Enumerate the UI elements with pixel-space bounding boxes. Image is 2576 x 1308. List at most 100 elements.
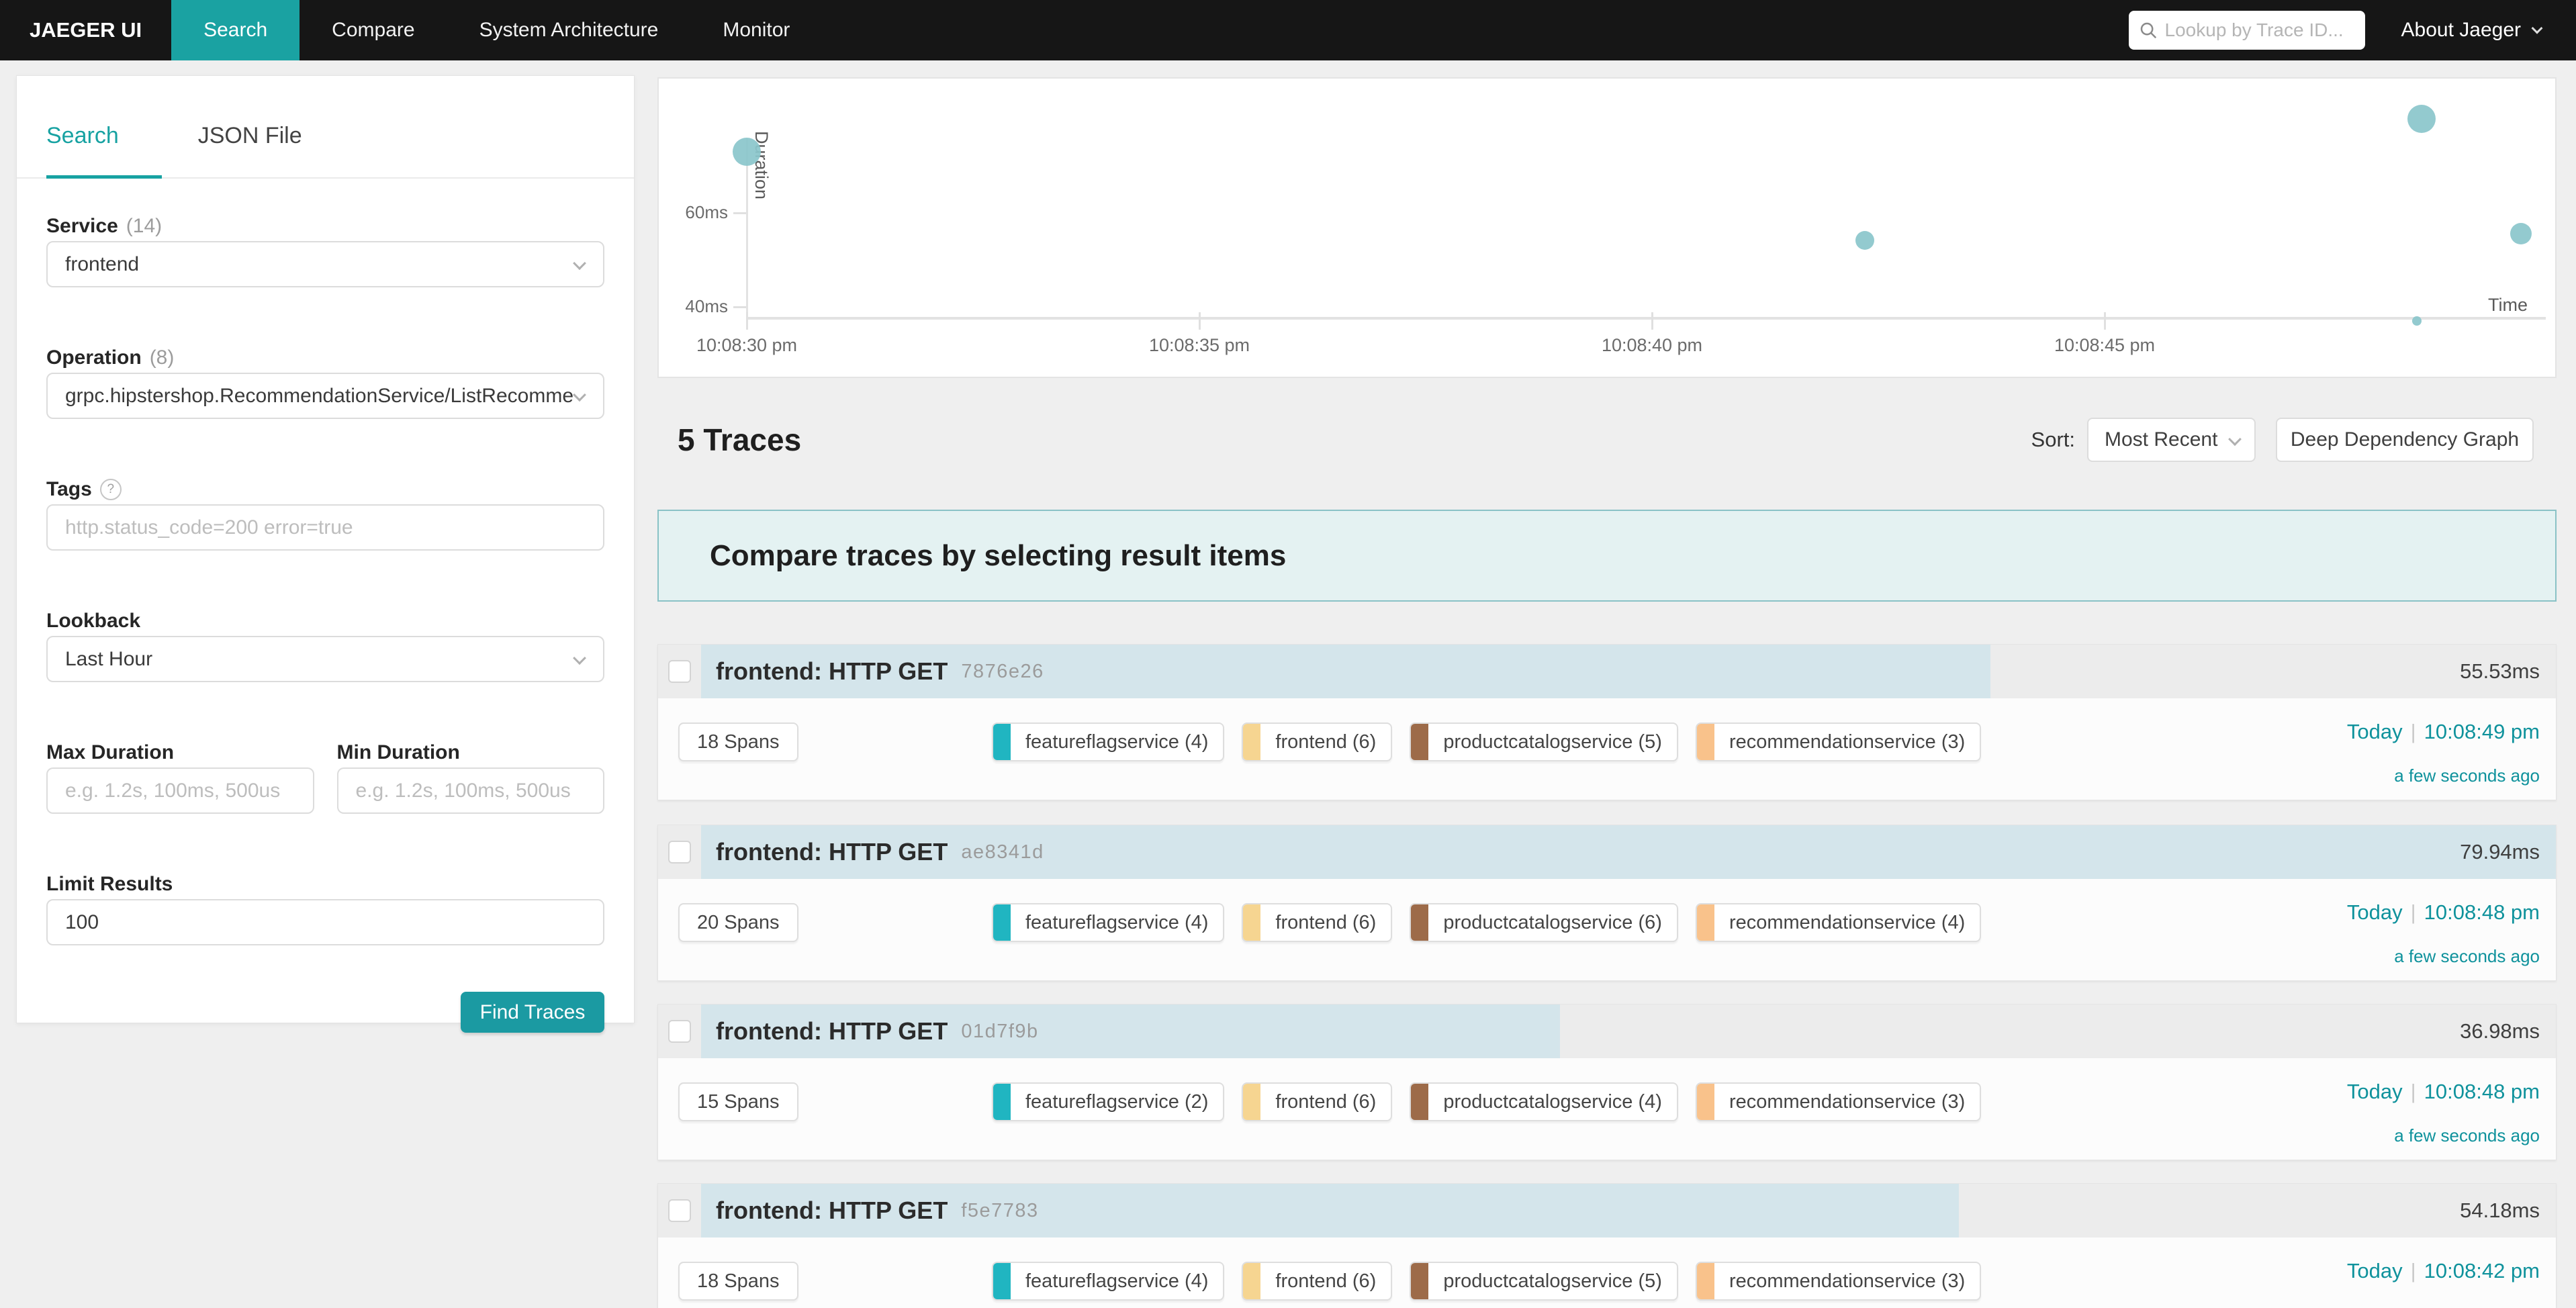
trace-card-body: 15 Spans featureflagservice (2) frontend (… <box>658 1058 2556 1160</box>
trace-card-header[interactable]: frontend: HTTP GETf5e778354.18ms <box>658 1184 2556 1237</box>
max-duration-label: Max Duration <box>46 741 314 765</box>
service-color-swatch <box>1243 1263 1260 1299</box>
service-color-swatch <box>993 1084 1011 1120</box>
service-color-swatch <box>1697 1263 1714 1299</box>
service-chip-productcatalogservice[interactable]: productcatalogservice (5) <box>1410 1262 1678 1301</box>
trace-date[interactable]: Today <box>2347 720 2403 743</box>
service-chip-recommendationservice[interactable]: recommendationservice (3) <box>1696 1082 1981 1121</box>
trace-checkbox-cell <box>658 825 701 879</box>
x-axis-tickmark <box>1199 312 1201 330</box>
trace-title-row[interactable]: frontend: HTTP GETf5e778354.18ms <box>701 1184 2556 1237</box>
find-traces-button[interactable]: Find Traces <box>461 992 604 1033</box>
trace-timestamp: Today|10:08:49 pm <box>2347 720 2540 744</box>
service-chip-label: featureflagservice (4) <box>1011 724 1223 760</box>
tags-input[interactable] <box>46 504 604 551</box>
trace-compare-checkbox[interactable] <box>668 1199 691 1222</box>
about-jaeger-menu[interactable]: About Jaeger <box>2401 19 2541 42</box>
trace-compare-checkbox[interactable] <box>668 1020 691 1043</box>
service-chip-featureflagservice[interactable]: featureflagservice (2) <box>992 1082 1224 1121</box>
service-chip-recommendationservice[interactable]: recommendationservice (3) <box>1696 722 1981 761</box>
service-chip-productcatalogservice[interactable]: productcatalogservice (6) <box>1410 903 1678 942</box>
app-root: JAEGER UI SearchCompareSystem Architectu… <box>0 0 2576 1308</box>
operation-select[interactable]: grpc.hipstershop.RecommendationService/L… <box>46 373 604 419</box>
timestamp-separator: | <box>2403 1080 2424 1103</box>
nav-item-system-architecture[interactable]: System Architecture <box>447 0 691 60</box>
trace-lookup-input[interactable] <box>2165 19 2356 41</box>
service-chip-label: frontend (6) <box>1260 904 1391 941</box>
service-chip-frontend[interactable]: frontend (6) <box>1242 903 1392 942</box>
help-question-icon[interactable]: ? <box>100 479 122 500</box>
trace-card-body: 18 Spans featureflagservice (4) frontend (… <box>658 698 2556 800</box>
trace-card: frontend: HTTP GETf5e778354.18ms18 Spans… <box>657 1183 2557 1308</box>
tab-json-file[interactable]: JSON File <box>198 123 302 149</box>
deep-dependency-graph-button[interactable]: Deep Dependency Graph <box>2276 418 2534 462</box>
trace-compare-checkbox[interactable] <box>668 660 691 683</box>
trace-time[interactable]: 10:08:48 pm <box>2424 900 2540 924</box>
timestamp-separator: | <box>2403 720 2424 743</box>
find-traces-row: Find Traces <box>46 992 604 1033</box>
service-chip-productcatalogservice[interactable]: productcatalogservice (5) <box>1410 722 1678 761</box>
service-color-swatch <box>1411 724 1428 760</box>
y-axis-tickmark <box>733 306 746 308</box>
nav-item-compare[interactable]: Compare <box>300 0 447 60</box>
trace-bar-zone: frontend: HTTP GETf5e778354.18ms <box>701 1184 2556 1237</box>
trace-date[interactable]: Today <box>2347 1080 2403 1103</box>
nav-item-monitor[interactable]: Monitor <box>690 0 822 60</box>
service-chip-featureflagservice[interactable]: featureflagservice (4) <box>992 722 1224 761</box>
trace-scatter-point[interactable] <box>1855 231 1874 250</box>
trace-scatter-point[interactable] <box>2510 223 2532 244</box>
sort-label: Sort: <box>2031 428 2075 452</box>
service-label: Service (14) <box>46 214 604 238</box>
trace-title-row[interactable]: frontend: HTTP GET01d7f9b36.98ms <box>701 1005 2556 1058</box>
service-chip-featureflagservice[interactable]: featureflagservice (4) <box>992 903 1224 942</box>
service-chip-featureflagservice[interactable]: featureflagservice (4) <box>992 1262 1224 1301</box>
timestamp-separator: | <box>2403 1259 2424 1282</box>
service-color-swatch <box>1697 1084 1714 1120</box>
max-duration-input[interactable] <box>46 767 314 814</box>
chevron-down-icon <box>2228 432 2242 446</box>
x-axis-tickmark <box>1651 312 1653 330</box>
min-duration-input[interactable] <box>337 767 605 814</box>
trace-time[interactable]: 10:08:48 pm <box>2424 1080 2540 1103</box>
service-chip-frontend[interactable]: frontend (6) <box>1242 1082 1392 1121</box>
trace-title: frontend: HTTP GET <box>716 838 948 866</box>
trace-scatter-point[interactable] <box>2407 105 2436 133</box>
service-chip-recommendationservice[interactable]: recommendationservice (4) <box>1696 903 1981 942</box>
span-count-chip: 18 Spans <box>678 722 798 761</box>
service-select[interactable]: frontend <box>46 241 604 287</box>
tab-search[interactable]: Search <box>46 123 119 149</box>
brand-logo[interactable]: JAEGER UI <box>0 18 171 42</box>
nav-item-search[interactable]: Search <box>171 0 300 60</box>
trace-time[interactable]: 10:08:42 pm <box>2424 1259 2540 1282</box>
nav-items: SearchCompareSystem ArchitectureMonitor <box>171 0 822 60</box>
trace-title-row[interactable]: frontend: HTTP GET7876e2655.53ms <box>701 645 2556 698</box>
service-chip-productcatalogservice[interactable]: productcatalogservice (4) <box>1410 1082 1678 1121</box>
service-select-value: frontend <box>65 253 563 276</box>
trace-card-header[interactable]: frontend: HTTP GET01d7f9b36.98ms <box>658 1005 2556 1058</box>
trace-date[interactable]: Today <box>2347 900 2403 924</box>
service-chip-recommendationservice[interactable]: recommendationservice (3) <box>1696 1262 1981 1301</box>
chevron-down-icon <box>573 388 586 402</box>
chevron-down-icon <box>573 651 586 665</box>
trace-date[interactable]: Today <box>2347 1259 2403 1282</box>
trace-scatter-point[interactable] <box>733 138 761 166</box>
min-duration-label: Min Duration <box>337 741 605 765</box>
trace-duration: 54.18ms <box>2460 1199 2540 1223</box>
service-chip-frontend[interactable]: frontend (6) <box>1242 722 1392 761</box>
sort-select[interactable]: Most Recent <box>2087 418 2256 462</box>
service-chip-frontend[interactable]: frontend (6) <box>1242 1262 1392 1301</box>
trace-title-row[interactable]: frontend: HTTP GETae8341d79.94ms <box>701 825 2556 879</box>
trace-timestamp: Today|10:08:48 pm <box>2347 1080 2540 1104</box>
limit-results-input[interactable] <box>46 899 604 945</box>
span-count-chip: 15 Spans <box>678 1082 798 1121</box>
timestamp-separator: | <box>2403 900 2424 924</box>
trace-card-header[interactable]: frontend: HTTP GET7876e2655.53ms <box>658 645 2556 698</box>
trace-compare-checkbox[interactable] <box>668 841 691 863</box>
trace-time[interactable]: 10:08:49 pm <box>2424 720 2540 743</box>
trace-duration: 36.98ms <box>2460 1019 2540 1043</box>
trace-bar-zone: frontend: HTTP GET7876e2655.53ms <box>701 645 2556 698</box>
service-color-swatch <box>1243 1084 1260 1120</box>
trace-card-header[interactable]: frontend: HTTP GETae8341d79.94ms <box>658 825 2556 879</box>
trace-scatter-point[interactable] <box>2412 316 2422 326</box>
lookback-select[interactable]: Last Hour <box>46 636 604 682</box>
